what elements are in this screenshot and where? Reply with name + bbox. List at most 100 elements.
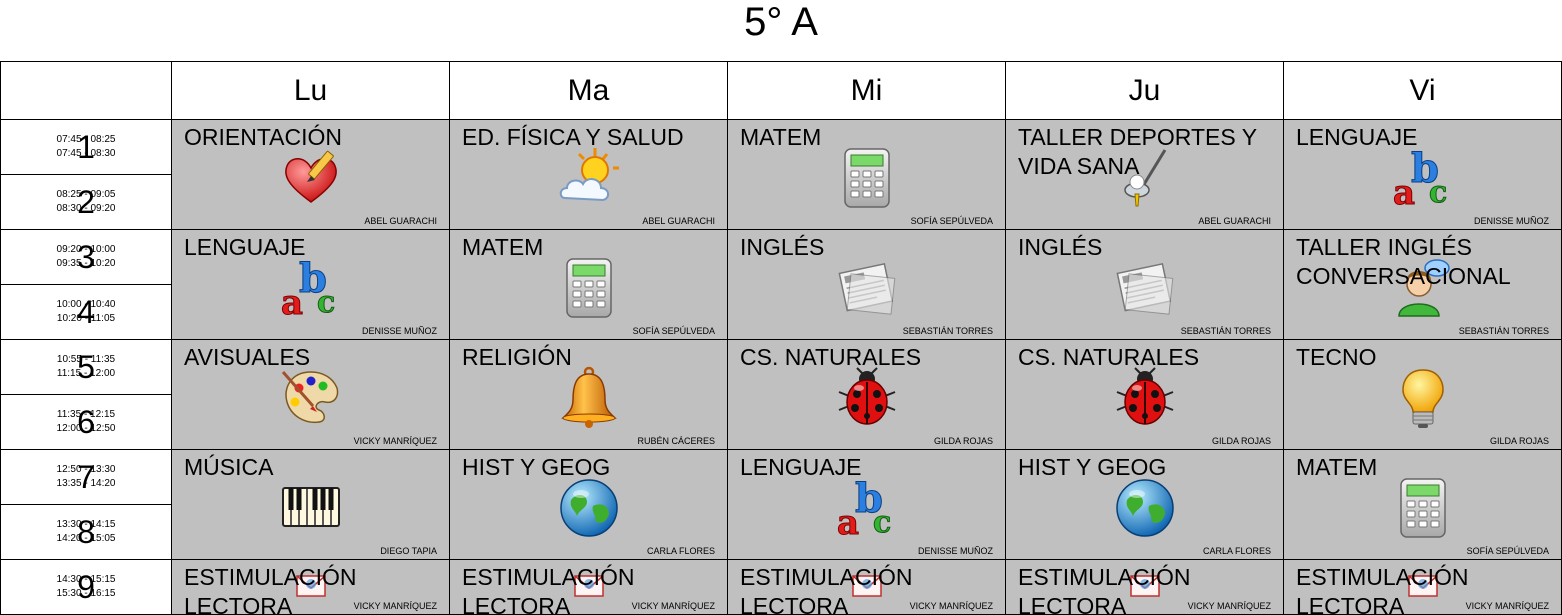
class-cell-ju[interactable]: CS. NATURALES GILDA ROJAS	[1005, 339, 1284, 450]
globe-icon	[1113, 476, 1177, 540]
subject-label: ORIENTACIÓN	[184, 124, 343, 150]
class-cell-mi[interactable]: CS. NATURALES GILDA ROJAS	[727, 339, 1006, 450]
class-cell-mi[interactable]: a b c LENGUAJE DENISSE MUÑOZ	[727, 449, 1006, 560]
day-header-mi: Mi	[727, 61, 1006, 120]
class-cell-vi[interactable]: MATEM SOFÍA SEPÚLVEDA	[1283, 449, 1562, 560]
subject-label: HIST Y GEOG	[1018, 454, 1167, 480]
subject-label: CS. NATURALES	[1018, 344, 1200, 370]
class-cell-ma[interactable]: MATEM SOFÍA SEPÚLVEDA	[449, 229, 728, 340]
day-header-vi: Vi	[1283, 61, 1562, 120]
subject-label: LENGUAJE	[184, 234, 306, 260]
svg-text:c: c	[873, 505, 891, 540]
subject-label: HIST Y GEOG	[462, 454, 611, 480]
calculator-icon	[557, 256, 621, 320]
ladybug-icon	[1113, 366, 1177, 430]
period-time-secondary: 11:15 - 12:00	[56, 368, 116, 379]
sun-cloud-icon	[557, 146, 621, 210]
abc-icon: abc	[1391, 146, 1455, 210]
newspaper-icon	[1113, 256, 1177, 320]
period-time-secondary: 13:35 - 14:20	[56, 478, 116, 489]
day-header-ju: Ju	[1005, 61, 1284, 120]
period-time-primary: 14:30 - 15:15	[56, 574, 116, 585]
class-cell-lu[interactable]: AVISUALES VICKY MANRÍQUEZ	[171, 339, 450, 450]
calculator-icon	[835, 146, 899, 210]
class-cell-ma[interactable]: RELIGIÓN RUBÉN CÁCERES	[449, 339, 728, 450]
period-time-secondary: 15:30 - 16:15	[56, 588, 116, 599]
teacher-label: SEBASTIÁN TORRES	[1180, 326, 1271, 336]
period-times: 09:20 - 10:00 09:35 - 10:20	[2, 231, 171, 284]
teacher-label: ABEL GUARACHI	[364, 216, 437, 226]
teacher-label: SEBASTIÁN TORRES	[902, 326, 993, 336]
piano-keys-icon	[279, 476, 343, 540]
class-cell-lu[interactable]: ESTIMULACIÓN LECTORA VICKY MANRÍQUEZ	[171, 559, 450, 615]
class-cell-ma[interactable]: ESTIMULACIÓN LECTORA VICKY MANRÍQUEZ	[449, 559, 728, 615]
subject-label: INGLÉS	[1018, 234, 1103, 260]
period-time-primary: 12:50 - 13:30	[56, 464, 116, 475]
class-cell-ma[interactable]: ED. FÍSICA Y SALUD ABEL GUARACHI	[449, 119, 728, 230]
subject-label: MÚSICA	[184, 454, 274, 480]
class-cell-mi[interactable]: ESTIMULACIÓN LECTORA VICKY MANRÍQUEZ	[727, 559, 1006, 615]
svg-text:c: c	[317, 285, 335, 320]
period-cell-9: 9 14:30 - 15:15 15:30 - 16:15	[0, 559, 172, 615]
light-bulb-icon	[1391, 366, 1455, 430]
teacher-label: CARLA FLORES	[1202, 546, 1271, 556]
teacher-label: RUBÉN CÁCERES	[637, 436, 715, 446]
period-time-secondary: 07:45 - 08:30	[56, 148, 116, 159]
class-cell-lu[interactable]: MÚSICA DIEGO TAPIA	[171, 449, 450, 560]
period-time-primary: 13:30 - 14:15	[56, 519, 116, 530]
class-cell-ju[interactable]: TALLER DEPORTES Y VIDA SANA ABEL GUARACHI	[1005, 119, 1284, 230]
class-cell-ju[interactable]: INGLÉS SEBASTIÁN TORRES	[1005, 229, 1284, 340]
subject-label: TECNO	[1296, 344, 1377, 370]
subject-label: MATEM	[462, 234, 544, 260]
subject-label: RELIGIÓN	[462, 344, 572, 370]
teacher-label: DIEGO TAPIA	[380, 546, 437, 556]
class-cell-ju[interactable]: HIST Y GEOG CARLA FLORES	[1005, 449, 1284, 560]
day-header-ma: Ma	[449, 61, 728, 120]
period-time-primary: 07:45 - 08:25	[56, 134, 116, 145]
period-times: 08:25 - 09:05 08:30 - 09:20	[2, 176, 171, 229]
class-cell-vi[interactable]: ESTIMULACIÓN LECTORA VICKY MANRÍQUEZ	[1283, 559, 1562, 615]
subject-label: CS. NATURALES	[740, 344, 922, 370]
class-cell-mi[interactable]: MATEM SOFÍA SEPÚLVEDA	[727, 119, 1006, 230]
teacher-label: ABEL GUARACHI	[1198, 216, 1271, 226]
subject-label: INGLÉS	[740, 234, 825, 260]
class-cell-ma[interactable]: HIST Y GEOG CARLA FLORES	[449, 449, 728, 560]
period-time-primary: 11:35 - 12:15	[56, 409, 116, 420]
teacher-label: SOFÍA SEPÚLVEDA	[1466, 546, 1549, 556]
svg-text:c: c	[1429, 175, 1447, 210]
period-time-secondary: 08:30 - 09:20	[56, 203, 116, 214]
teacher-label: GILDA ROJAS	[933, 436, 993, 446]
subject-label: LENGUAJE	[1296, 124, 1418, 150]
period-times: 13:30 - 14:15 14:20 - 15:05	[2, 506, 171, 559]
teacher-label: VICKY MANRÍQUEZ	[1465, 601, 1549, 611]
paint-palette-icon	[279, 366, 343, 430]
class-cell-ju[interactable]: ESTIMULACIÓN LECTORA VICKY MANRÍQUEZ	[1005, 559, 1284, 615]
teacher-label: VICKY MANRÍQUEZ	[353, 436, 437, 446]
class-cell-vi[interactable]: TALLER INGLÉS CONVERSACIONAL SEBASTIÁN TO…	[1283, 229, 1562, 340]
teacher-label: GILDA ROJAS	[1489, 436, 1549, 446]
subject-label: TALLER INGLÉS CONVERSACIONAL	[1296, 234, 1511, 289]
period-row: 9 14:30 - 15:15 15:30 - 16:15 ESTIMULACIÓN …	[0, 559, 1562, 615]
period-row: 1 07:45 - 08:25 07:45 - 08:30 ORIENTACIÓN AB…	[0, 119, 1562, 230]
period-times: 10:55 - 11:35 11:15 - 12:00	[2, 341, 171, 394]
class-cell-mi[interactable]: INGLÉS SEBASTIÁN TORRES	[727, 229, 1006, 340]
class-cell-lu[interactable]: ORIENTACIÓN ABEL GUARACHI	[171, 119, 450, 230]
teacher-label: DENISSE MUÑOZ	[1473, 216, 1549, 226]
period-times: 10:00 - 10:40 10:20 - 11:05	[2, 286, 171, 339]
teacher-label: SEBASTIÁN TORRES	[1458, 326, 1549, 336]
period-row: 7 12:50 - 13:30 13:35 - 14:20 MÚSICA DIEGO T…	[0, 449, 1562, 560]
period-row: 5 10:55 - 11:35 11:15 - 12:00 AVISUALES VICK…	[0, 339, 1562, 450]
period-time-primary: 10:00 - 10:40	[56, 299, 116, 310]
class-cell-vi[interactable]: TECNO GILDA ROJAS	[1283, 339, 1562, 450]
abc-icon: abc	[835, 476, 899, 540]
teacher-label: GILDA ROJAS	[1211, 436, 1271, 446]
period-time-secondary: 14:20 - 15:05	[56, 533, 116, 544]
period-cell-7: 7 12:50 - 13:30 13:35 - 14:20	[0, 449, 172, 505]
class-cell-vi[interactable]: a b c LENGUAJE DENISSE MUÑOZ	[1283, 119, 1562, 230]
schedule-table: Lu Ma Mi Ju Vi 1 07:45 - 08:25 07:45 - 08:…	[0, 61, 1562, 615]
ladybug-icon	[835, 366, 899, 430]
period-cell-2: 2 08:25 - 09:05 08:30 - 09:20	[0, 174, 172, 230]
subject-label: MATEM	[1296, 454, 1378, 480]
period-times: 12:50 - 13:30 13:35 - 14:20	[2, 451, 171, 504]
class-cell-lu[interactable]: a b c LENGUAJE DENISSE MUÑOZ	[171, 229, 450, 340]
